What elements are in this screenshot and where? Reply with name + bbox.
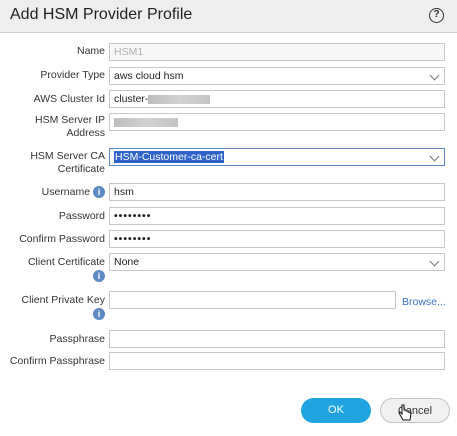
aws-cluster-id-label: AWS Cluster Id bbox=[33, 93, 105, 105]
client-certificate-label: Client Certificate bbox=[27, 256, 105, 268]
name-input[interactable]: HSM1 bbox=[109, 43, 445, 61]
aws-cluster-id-input[interactable]: cluster- bbox=[109, 90, 445, 108]
hsm-server-ca-select[interactable]: HSM-Customer-ca-cert bbox=[109, 148, 445, 166]
username-label-text: Username bbox=[41, 186, 91, 198]
chevron-down-icon bbox=[429, 256, 440, 267]
provider-type-label: Provider Type bbox=[40, 69, 105, 81]
ok-button[interactable]: OK bbox=[301, 398, 371, 423]
info-icon[interactable]: i bbox=[93, 308, 105, 320]
provider-type-value: aws cloud hsm bbox=[114, 70, 184, 82]
password-input[interactable]: •••••••• bbox=[109, 207, 445, 225]
password-label: Password bbox=[58, 210, 105, 222]
cancel-button[interactable]: Cancel bbox=[380, 398, 450, 423]
chevron-down-icon bbox=[429, 151, 440, 162]
info-icon[interactable]: i bbox=[93, 186, 105, 199]
title-bar: Add HSM Provider Profile ? bbox=[0, 0, 457, 33]
confirm-passphrase-input[interactable] bbox=[109, 352, 445, 370]
client-private-key-label: Client Private Key bbox=[21, 294, 105, 306]
confirm-password-input[interactable]: •••••••• bbox=[109, 230, 445, 248]
client-private-key-input[interactable] bbox=[109, 291, 396, 309]
confirm-password-label: Confirm Password bbox=[19, 233, 105, 245]
confirm-passphrase-label: Confirm Passphrase bbox=[9, 355, 105, 367]
help-icon[interactable]: ? bbox=[429, 8, 444, 23]
aws-cluster-id-value: cluster- bbox=[114, 93, 149, 105]
passphrase-input[interactable] bbox=[109, 330, 445, 348]
redacted-blur bbox=[148, 94, 211, 104]
passphrase-label: Passphrase bbox=[49, 333, 105, 345]
chevron-down-icon bbox=[429, 70, 440, 81]
name-label: Name bbox=[76, 45, 105, 57]
hsm-provider-dialog: Add HSM Provider Profile ? Name HSM1 Pro… bbox=[0, 0, 457, 436]
client-certificate-select[interactable]: None bbox=[109, 253, 445, 271]
hsm-server-ca-value: HSM-Customer-ca-cert bbox=[114, 151, 224, 163]
hsm-server-ip-input[interactable] bbox=[109, 113, 445, 131]
browse-link[interactable]: Browse... bbox=[402, 296, 446, 308]
redacted-blur bbox=[114, 117, 178, 127]
username-input[interactable]: hsm bbox=[109, 183, 445, 201]
hsm-server-ca-label: HSM Server CA Certificate bbox=[30, 150, 105, 175]
client-certificate-value: None bbox=[114, 256, 140, 268]
dialog-title: Add HSM Provider Profile bbox=[10, 6, 193, 23]
info-icon[interactable]: i bbox=[93, 270, 105, 282]
provider-type-select[interactable]: aws cloud hsm bbox=[109, 67, 445, 85]
hand-cursor-icon bbox=[398, 404, 412, 421]
hsm-server-ip-label: HSM Server IP Address bbox=[34, 114, 105, 139]
username-label: Username i bbox=[42, 186, 105, 199]
